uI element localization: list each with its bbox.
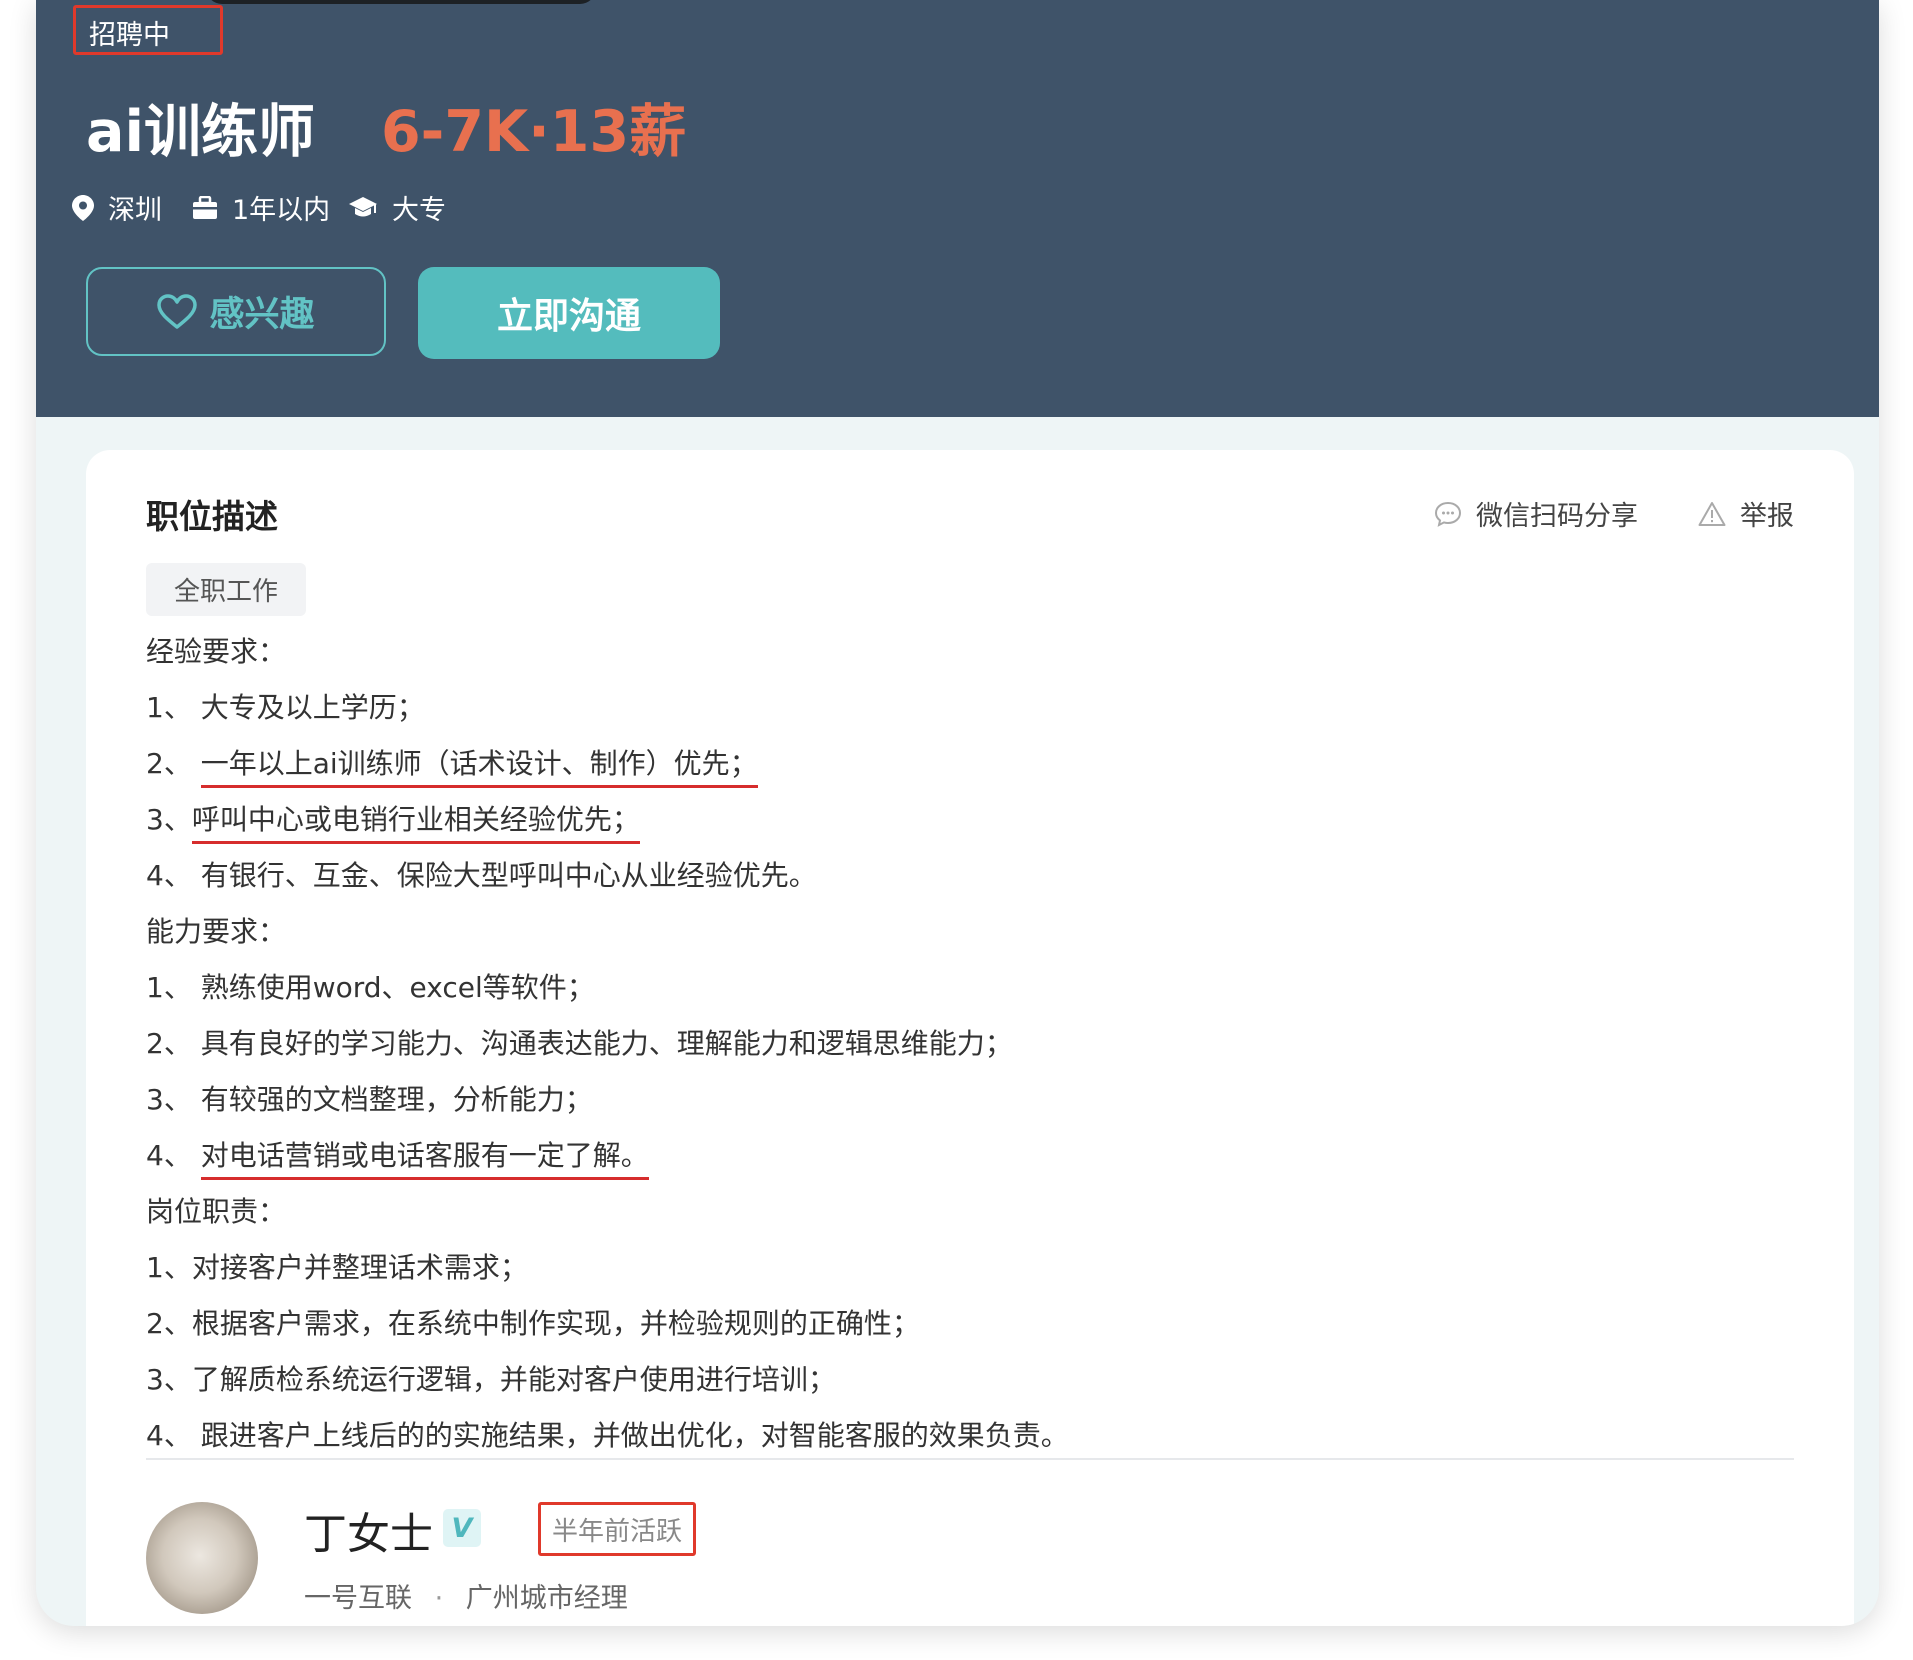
recruiter-position: 广州城市经理 — [465, 1583, 628, 1614]
description-line: 1、对接客户并整理话术需求； — [146, 1251, 528, 1284]
description-line-number: 4、 — [146, 1139, 201, 1172]
highlighted-text: 对电话营销或电话客服有一定了解。 — [200, 1136, 649, 1180]
divider — [146, 1458, 1794, 1460]
job-title: ai训练师 — [86, 99, 316, 165]
description-line: 2、 具有良好的学习能力、沟通表达能力、理解能力和逻辑思维能力； — [146, 1027, 1013, 1060]
wechat-share-label: 微信扫码分享 — [1476, 501, 1638, 532]
status-badge: 招聘中 — [73, 5, 223, 55]
education-text: 大专 — [392, 195, 446, 226]
description-line: 2、根据客户需求，在系统中制作实现，并检验规则的正确性； — [146, 1307, 920, 1340]
report-link[interactable]: 举报 — [1698, 494, 1794, 533]
description-line-number: 3、 — [146, 803, 192, 836]
section-title: 职位描述 — [146, 497, 278, 536]
recruiter-name: 丁女士 — [304, 1510, 433, 1560]
job-detail-card: 招聘中 ai训练师 6-7K·13薪 深圳 1年以内 大专 感兴趣 立即沟通 职… — [36, 0, 1879, 1626]
heart-icon — [157, 293, 198, 329]
warning-triangle-icon — [1698, 501, 1726, 526]
interest-label: 感兴趣 — [209, 295, 315, 335]
location-meta: 深圳 — [72, 188, 162, 227]
recruiter-info: 一号互联 · 广州城市经理 — [304, 1576, 628, 1615]
highlighted-text: 一年以上ai训练师（话术设计、制作）优先； — [200, 744, 758, 788]
education-meta: 大专 — [348, 188, 446, 227]
chat-bubble-icon — [1434, 501, 1462, 527]
description-line-number: 2、 — [146, 747, 201, 780]
highlighted-text: 呼叫中心或电销行业相关经验优先； — [191, 800, 640, 844]
graduation-cap-icon — [349, 196, 377, 216]
location-pin-icon — [72, 194, 94, 221]
status-text: 招聘中 — [89, 20, 170, 51]
experience-text: 1年以内 — [232, 195, 331, 226]
description-line: 3、了解质检系统运行逻辑，并能对客户使用进行培训； — [146, 1363, 836, 1396]
location-text: 深圳 — [108, 195, 162, 226]
description-heading-experience: 经验要求： — [146, 635, 287, 668]
description-line: 3、 有较强的文档整理，分析能力； — [146, 1083, 593, 1116]
recruiter-avatar[interactable] — [146, 1502, 258, 1614]
report-label: 举报 — [1740, 501, 1794, 532]
job-description-panel: 职位描述 微信扫码分享 举报 全职工作 经验要求： 1、 大专及以上学历； 2、… — [86, 450, 1854, 1626]
job-description-list: 经验要求： 1、 大专及以上学历； 2、 一年以上ai训练师（话术设计、制作）优… — [146, 624, 1786, 1464]
verified-badge: V — [443, 1509, 481, 1547]
experience-meta: 1年以内 — [192, 188, 330, 227]
description-line: 3、呼叫中心或电销行业相关经验优先； — [146, 792, 1786, 848]
chat-now-button[interactable]: 立即沟通 — [418, 267, 720, 359]
description-line: 4、 有银行、互金、保险大型呼叫中心从业经验优先。 — [146, 859, 817, 892]
briefcase-icon — [193, 195, 217, 219]
info-separator: · — [434, 1583, 444, 1614]
description-heading-ability: 能力要求： — [146, 915, 287, 948]
job-type-tag: 全职工作 — [146, 563, 306, 616]
recruiter-company: 一号互联 — [304, 1583, 412, 1614]
job-header: 招聘中 ai训练师 6-7K·13薪 深圳 1年以内 大专 感兴趣 立即沟通 — [36, 0, 1879, 417]
description-line: 4、 对电话营销或电话客服有一定了解。 — [146, 1128, 1786, 1184]
description-line: 2、 一年以上ai训练师（话术设计、制作）优先； — [146, 736, 1786, 792]
description-line: 1、 熟练使用word、excel等软件； — [146, 971, 595, 1004]
description-line: 1、 大专及以上学历； — [146, 691, 425, 724]
description-heading-duties: 岗位职责： — [146, 1195, 287, 1228]
top-pill-decoration — [206, 0, 596, 4]
wechat-share-link[interactable]: 微信扫码分享 — [1434, 494, 1638, 533]
active-status-badge: 半年前活跃 — [538, 1502, 696, 1556]
interest-button[interactable]: 感兴趣 — [86, 267, 386, 356]
salary: 6-7K·13薪 — [381, 99, 687, 165]
description-line: 4、 跟进客户上线后的的实施结果，并做出优化，对智能客服的效果负责。 — [146, 1419, 1069, 1452]
